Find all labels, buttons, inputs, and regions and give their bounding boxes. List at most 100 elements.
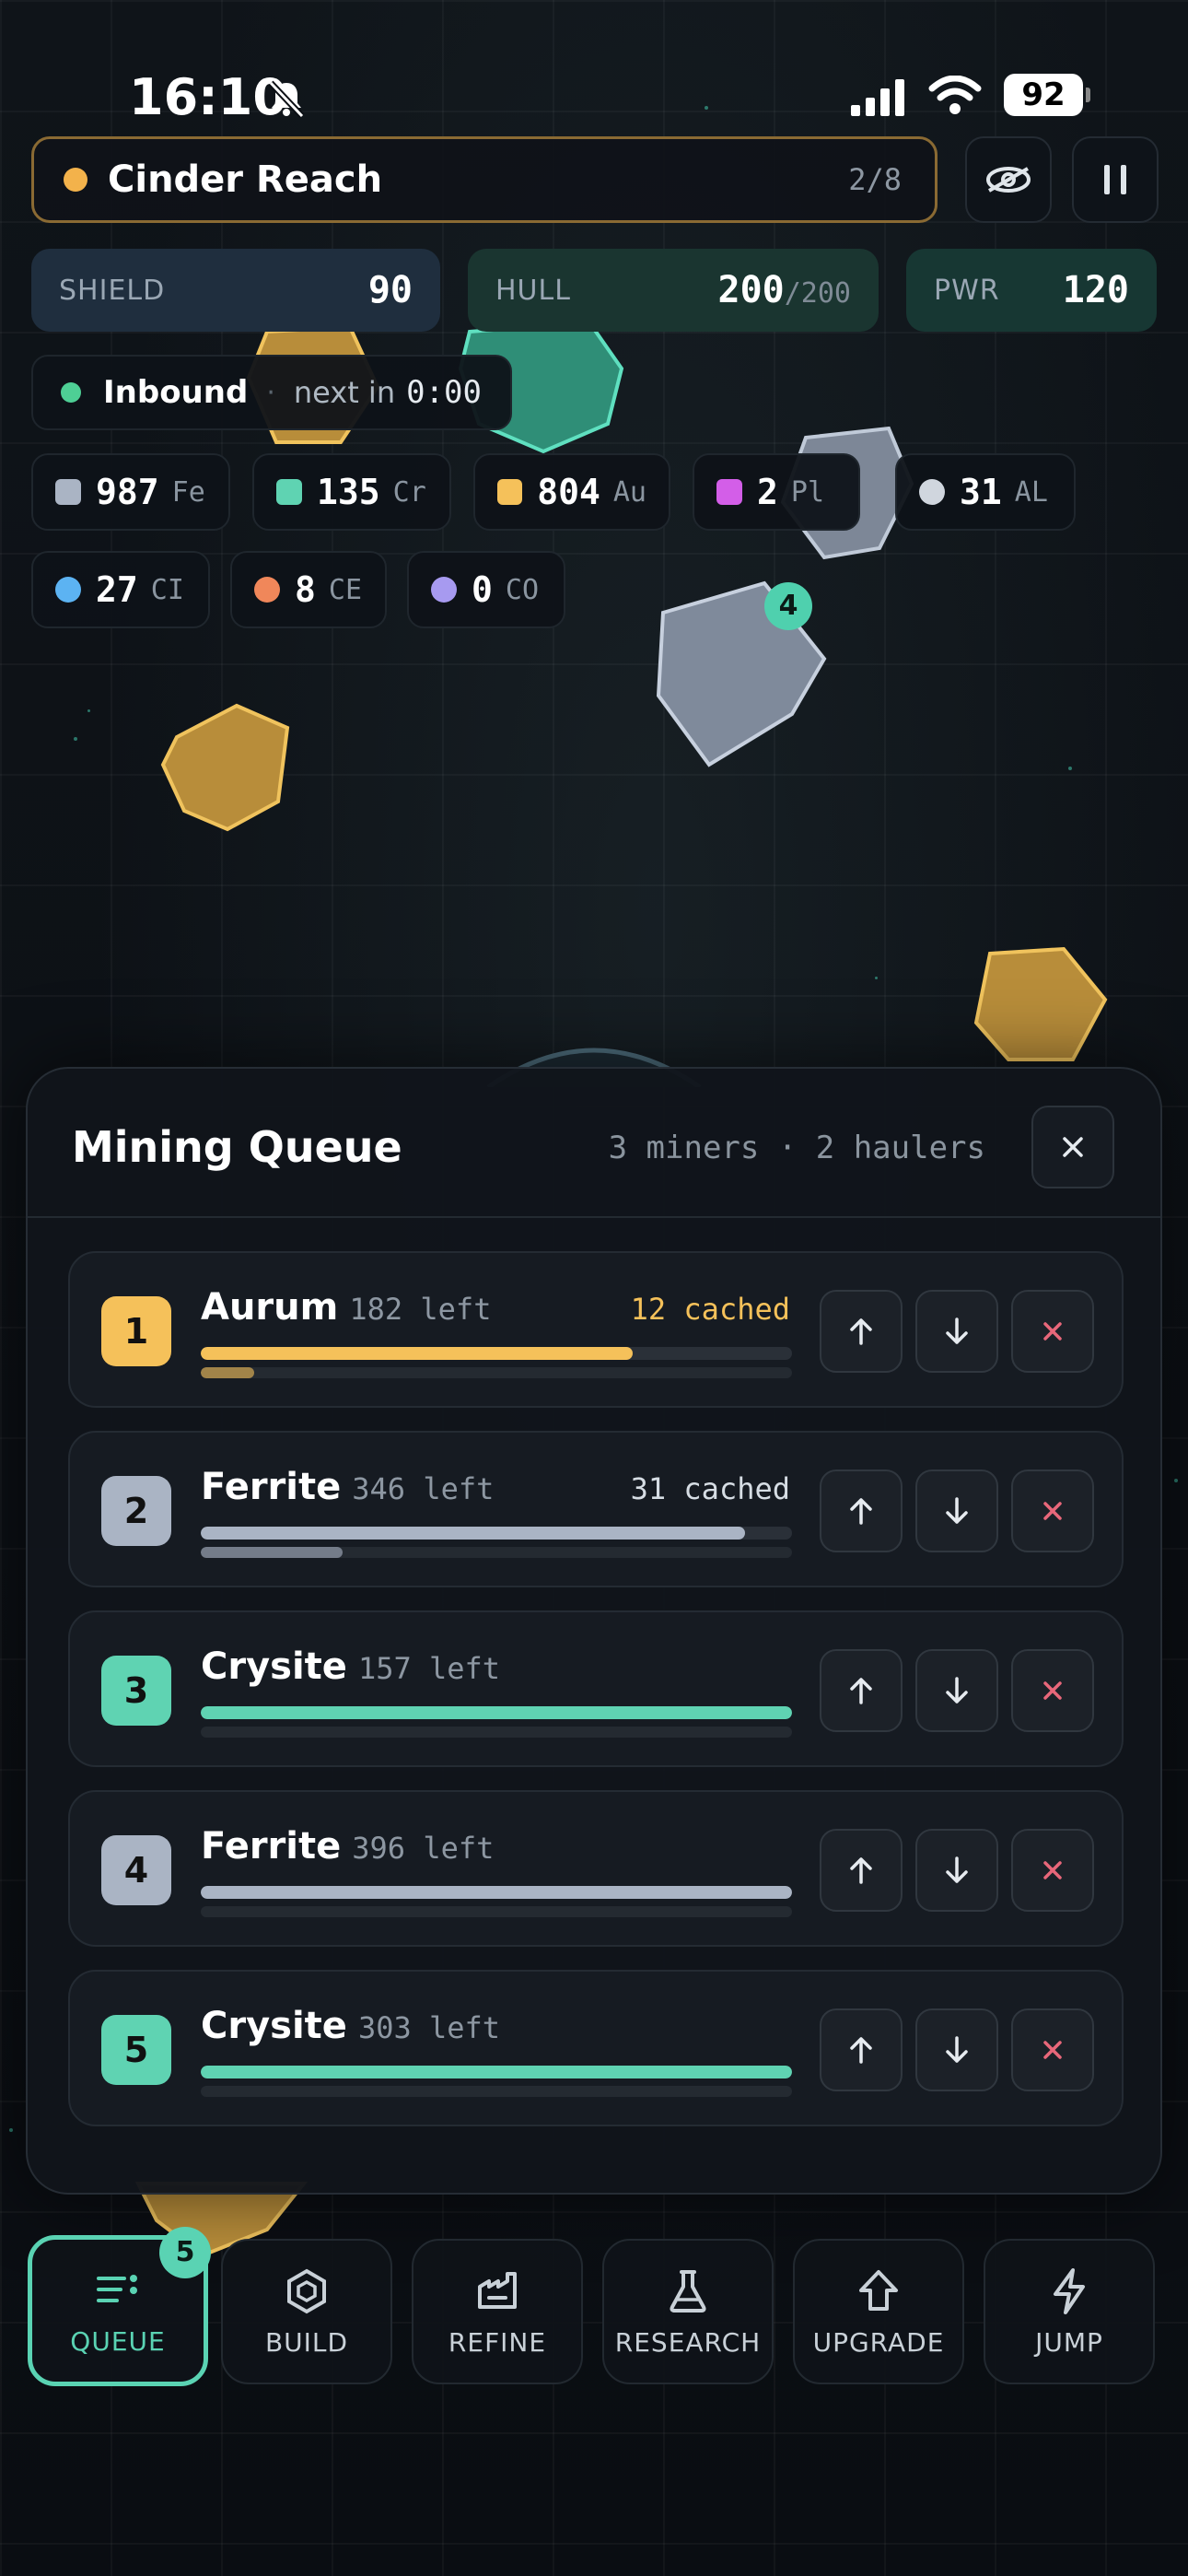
resource-chip: 2 Pl bbox=[693, 453, 860, 531]
aurum-asteroid[interactable] bbox=[972, 944, 1110, 1069]
move-down-button[interactable] bbox=[915, 1829, 998, 1912]
tab-build[interactable]: BUILD bbox=[221, 2239, 392, 2384]
power-label: PWR bbox=[934, 274, 1000, 307]
queue-item-name: Crysite 157 left bbox=[201, 1645, 501, 1688]
fleet-summary: 3 miners · 2 haulers bbox=[608, 1130, 985, 1166]
power-value: 120 bbox=[1062, 269, 1129, 311]
panel-title: Mining Queue bbox=[72, 1122, 402, 1172]
view-toggle-button[interactable] bbox=[965, 136, 1052, 223]
resource-amount: 8 bbox=[295, 569, 316, 610]
cached-progress-bar bbox=[201, 1367, 792, 1378]
close-icon bbox=[1043, 1502, 1062, 1520]
arrow-down-icon bbox=[946, 1317, 968, 1344]
hexagon-icon bbox=[287, 2268, 326, 2313]
mining-queue-panel: Mining Queue 3 miners · 2 haulers 1 Auru… bbox=[26, 1067, 1162, 2195]
tab-jump[interactable]: JUMP bbox=[984, 2239, 1155, 2384]
location-progress: 2/8 bbox=[848, 162, 902, 197]
arrow-up-icon bbox=[850, 1318, 872, 1345]
resource-swatch bbox=[254, 577, 280, 603]
resource-code: Pl bbox=[790, 475, 825, 509]
resource-swatch bbox=[276, 479, 302, 505]
queue-item-name: Ferrite 346 left bbox=[201, 1466, 495, 1508]
resource-code: CI bbox=[150, 573, 184, 606]
battery-indicator: 92 bbox=[1004, 74, 1090, 116]
aurum-asteroid[interactable] bbox=[158, 700, 297, 838]
move-up-button[interactable] bbox=[820, 2008, 903, 2091]
remaining-count: 182 left bbox=[349, 1292, 492, 1327]
flask-icon bbox=[670, 2269, 706, 2313]
resource-amount: 804 bbox=[537, 472, 600, 512]
move-up-button[interactable] bbox=[820, 1469, 903, 1552]
remaining-count: 396 left bbox=[352, 1831, 495, 1866]
move-up-button[interactable] bbox=[820, 1290, 903, 1373]
move-down-button[interactable] bbox=[915, 1649, 998, 1732]
tab-label: REFINE bbox=[448, 2326, 547, 2358]
close-icon bbox=[1063, 1137, 1083, 1157]
resource-swatch bbox=[497, 479, 523, 505]
remove-button[interactable] bbox=[1011, 2008, 1094, 2091]
close-panel-button[interactable] bbox=[1031, 1106, 1114, 1188]
wifi-icon bbox=[928, 76, 982, 114]
mining-progress-bar bbox=[201, 1886, 792, 1899]
tab-queue[interactable]: QUEUE 5 bbox=[28, 2227, 211, 2386]
move-up-button[interactable] bbox=[820, 1649, 903, 1732]
resource-code: CE bbox=[328, 573, 363, 606]
move-down-button[interactable] bbox=[915, 1290, 998, 1373]
arrow-up-icon bbox=[859, 2269, 898, 2311]
queue-icon bbox=[97, 2274, 137, 2302]
location-status-dot bbox=[64, 168, 87, 192]
remaining-count: 157 left bbox=[357, 1651, 501, 1686]
tab-refine[interactable]: REFINE bbox=[412, 2239, 583, 2384]
resource-amount: 27 bbox=[96, 569, 138, 610]
remove-button[interactable] bbox=[1011, 1829, 1094, 1912]
move-up-button[interactable] bbox=[820, 1829, 903, 1912]
queue-row[interactable]: 2 Ferrite 346 left 31 cached bbox=[68, 1431, 1124, 1587]
inbound-status-dot bbox=[61, 382, 81, 403]
shield-label: SHIELD bbox=[59, 274, 166, 307]
tab-upgrade[interactable]: UPGRADE bbox=[793, 2239, 964, 2384]
tab-research[interactable]: RESEARCH bbox=[602, 2239, 774, 2384]
resource-code: AL bbox=[1014, 475, 1048, 509]
queue-row[interactable]: 3 Crysite 157 left bbox=[68, 1610, 1124, 1767]
arrow-up-icon bbox=[850, 1678, 872, 1704]
arrow-up-icon bbox=[850, 1498, 872, 1525]
star bbox=[1068, 767, 1072, 770]
queue-row[interactable]: 5 Crysite 303 left bbox=[68, 1970, 1124, 2126]
arrow-down-icon bbox=[946, 1856, 968, 1883]
cached-count: 31 cached bbox=[630, 1471, 790, 1506]
hull-value: 200/200 bbox=[717, 269, 852, 311]
power-stat: PWR 120 bbox=[906, 249, 1157, 332]
resource-chip: 0 CO bbox=[407, 551, 565, 628]
queue-position: 4 bbox=[101, 1835, 171, 1905]
location-pill[interactable]: Cinder Reach 2/8 bbox=[31, 136, 938, 223]
close-icon bbox=[1043, 1322, 1062, 1341]
remove-button[interactable] bbox=[1011, 1469, 1094, 1552]
cached-progress-bar bbox=[201, 2086, 792, 2097]
clock: 16:10 bbox=[129, 68, 287, 126]
cached-progress-bar bbox=[201, 1727, 792, 1738]
queue-position: 5 bbox=[101, 2015, 171, 2085]
queue-position: 2 bbox=[101, 1476, 171, 1546]
pause-button[interactable] bbox=[1072, 136, 1159, 223]
cached-count: 12 cached bbox=[630, 1292, 790, 1327]
move-down-button[interactable] bbox=[915, 2008, 998, 2091]
cellular-signal-icon bbox=[851, 79, 904, 116]
lightning-icon bbox=[1054, 2267, 1085, 2314]
arrow-down-icon bbox=[946, 1677, 968, 1704]
star bbox=[74, 737, 77, 741]
queue-item-name: Aurum 182 left bbox=[201, 1286, 492, 1329]
remove-button[interactable] bbox=[1011, 1290, 1094, 1373]
move-down-button[interactable] bbox=[915, 1469, 998, 1552]
resource-amount: 31 bbox=[960, 472, 1002, 512]
remove-button[interactable] bbox=[1011, 1649, 1094, 1732]
tab-label: JUMP bbox=[1035, 2326, 1103, 2358]
mining-progress-bar bbox=[201, 2066, 792, 2078]
resource-code: Cr bbox=[392, 475, 426, 509]
resource-code: Au bbox=[612, 475, 646, 509]
queue-row[interactable]: 4 Ferrite 396 left bbox=[68, 1790, 1124, 1947]
resource-amount: 2 bbox=[757, 472, 778, 512]
tab-label: UPGRADE bbox=[812, 2326, 945, 2358]
queue-row[interactable]: 1 Aurum 182 left 12 cached bbox=[68, 1251, 1124, 1408]
resource-chip: 27 CI bbox=[31, 551, 210, 628]
close-icon bbox=[1043, 2041, 1062, 2059]
